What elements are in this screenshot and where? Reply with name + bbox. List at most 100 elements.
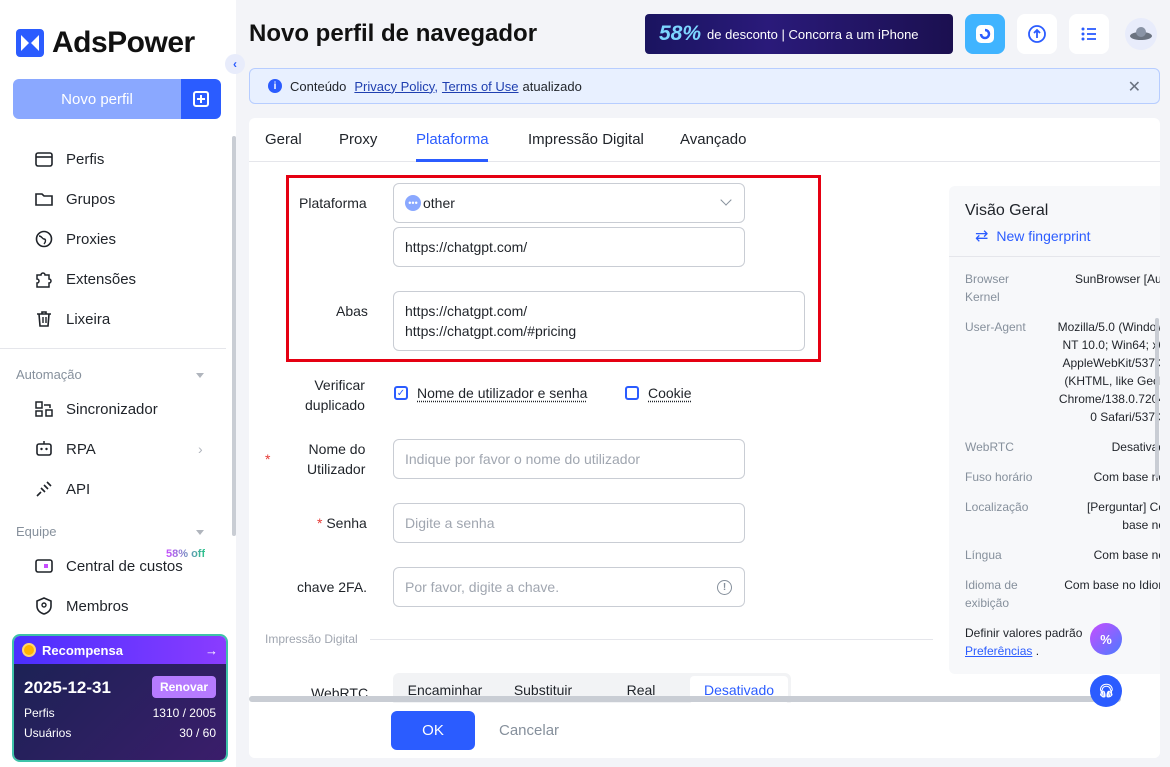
overview-scrollbar[interactable] bbox=[1155, 318, 1159, 478]
coin-icon bbox=[22, 643, 36, 657]
trash-icon bbox=[34, 309, 54, 329]
renew-button[interactable]: Renovar bbox=[151, 676, 216, 698]
percent-badge-icon: % bbox=[1100, 631, 1112, 647]
overview-value: SunBrowser [Aut bbox=[1074, 272, 1160, 286]
info-circle-icon[interactable]: ! bbox=[717, 580, 732, 595]
active-tab-indicator bbox=[416, 159, 488, 162]
sync-icon bbox=[34, 399, 54, 419]
sidebar-item-sincronizador[interactable]: Sincronizador bbox=[34, 397, 214, 421]
fingerprint-section-divider: Impressão Digital bbox=[265, 632, 933, 646]
horizontal-scrollbar[interactable] bbox=[249, 696, 1121, 702]
overview-value: Com base no bbox=[1093, 470, 1160, 484]
cancel-button[interactable]: Cancelar bbox=[499, 722, 559, 739]
checkbox-unchecked-icon bbox=[625, 386, 639, 400]
dup-check-cookie[interactable]: Cookie bbox=[625, 385, 692, 401]
support-float-button[interactable]: 🎧︎ bbox=[1090, 675, 1122, 707]
overview-row: Fuso horário Com base no bbox=[965, 468, 1160, 486]
batch-add-button[interactable] bbox=[181, 79, 221, 119]
sidebar-item-perfis[interactable]: Perfis bbox=[34, 147, 214, 171]
preferences-link[interactable]: Preferências bbox=[965, 644, 1032, 658]
sync-refresh-button[interactable] bbox=[1017, 14, 1057, 54]
tab-geral[interactable]: Geral bbox=[265, 131, 302, 148]
users-label: Usuários bbox=[24, 726, 72, 740]
highlight-box bbox=[286, 175, 821, 362]
app-name: AdsPower bbox=[52, 26, 195, 59]
discount-float-button[interactable]: % bbox=[1090, 623, 1122, 655]
page-title: Novo perfil de navegador bbox=[249, 20, 538, 47]
password-placeholder: Digite a senha bbox=[405, 515, 495, 531]
twofa-placeholder: Por favor, digite a chave. bbox=[405, 579, 560, 595]
close-icon[interactable]: ✕ bbox=[1128, 77, 1141, 97]
promo-text: de desconto | Concorra a um iPhone bbox=[707, 26, 919, 42]
dup-check-username-password[interactable]: ✓ Nome de utilizador e senha bbox=[394, 385, 587, 401]
new-fingerprint-button[interactable]: ⇄ New fingerprint bbox=[975, 226, 1091, 246]
duplicate-check-label-line1: Verificar bbox=[314, 377, 365, 393]
twofa-input[interactable]: Por favor, digite a chave. ! bbox=[393, 567, 745, 607]
sidebar-item-central-custos[interactable]: Central de custos bbox=[34, 554, 214, 578]
policy-notice: i Conteúdo Privacy Policy, Terms of Use … bbox=[249, 68, 1160, 104]
add-square-icon bbox=[193, 91, 209, 107]
overview-key: Língua bbox=[965, 548, 1002, 562]
tab-impressao-digital[interactable]: Impressão Digital bbox=[528, 131, 644, 148]
sidebar-item-membros[interactable]: Membros bbox=[34, 594, 214, 618]
username-input[interactable]: Indique por favor o nome do utilizador bbox=[393, 439, 745, 479]
profiles-label: Perfis bbox=[24, 706, 55, 720]
shield-icon bbox=[34, 596, 54, 616]
overview-value: Desativad bbox=[1111, 440, 1160, 454]
reward-card[interactable]: Recompensa → 2025-12-31 Renovar Perfis 1… bbox=[12, 634, 228, 762]
password-label: * Senha bbox=[317, 513, 367, 533]
sidebar-item-lixeira[interactable]: Lixeira bbox=[34, 307, 214, 331]
overview-row: Língua Com base no bbox=[965, 546, 1160, 564]
new-profile-button[interactable]: Novo perfil bbox=[13, 79, 181, 119]
tab-avancado[interactable]: Avançado bbox=[680, 131, 746, 148]
profiles-icon bbox=[34, 149, 54, 169]
sidebar-item-label: RPA bbox=[66, 440, 96, 458]
overview-key: Idioma de exibição bbox=[965, 578, 1018, 610]
sidebar-item-rpa[interactable]: RPA › bbox=[34, 437, 214, 461]
sidebar-scrollbar[interactable] bbox=[232, 136, 236, 536]
sidebar-item-api[interactable]: API bbox=[34, 477, 214, 501]
app-logo[interactable]: AdsPower bbox=[16, 26, 195, 60]
promo-banner[interactable]: 58% de desconto | Concorra a um iPhone bbox=[645, 14, 953, 54]
reward-profiles-row: Perfis 1310 / 2005 bbox=[24, 706, 216, 720]
automation-section-label: Automação bbox=[16, 367, 82, 382]
privacy-policy-link[interactable]: Privacy Policy, bbox=[354, 79, 438, 94]
browser-logo-icon bbox=[976, 25, 994, 43]
password-label-text: Senha bbox=[326, 515, 367, 531]
browser-update-button[interactable] bbox=[965, 14, 1005, 54]
sidebar-item-proxies[interactable]: Proxies bbox=[34, 227, 214, 251]
sidebar-item-grupos[interactable]: Grupos bbox=[34, 187, 214, 211]
overview-row: Browser Kernel SunBrowser [Aut bbox=[965, 270, 1160, 306]
team-section-toggle[interactable]: Equipe bbox=[16, 524, 212, 539]
automation-section-toggle[interactable]: Automação bbox=[16, 367, 212, 382]
puzzle-icon bbox=[34, 269, 54, 289]
terms-of-use-link[interactable]: Terms of Use bbox=[442, 79, 519, 94]
form-footer: OK Cancelar bbox=[249, 703, 1160, 758]
tab-proxy[interactable]: Proxy bbox=[339, 131, 377, 148]
chevron-down-icon bbox=[196, 373, 204, 378]
collapse-sidebar-button[interactable]: ‹ bbox=[225, 54, 245, 74]
tab-plataforma[interactable]: Plataforma bbox=[416, 131, 489, 148]
avatar[interactable] bbox=[1121, 14, 1161, 54]
reward-title: Recompensa bbox=[42, 642, 123, 658]
overview-title: Visão Geral bbox=[965, 202, 1049, 219]
required-asterisk: * bbox=[265, 451, 271, 467]
overview-row: Localização [Perguntar] Co base no bbox=[965, 498, 1160, 534]
password-input[interactable]: Digite a senha bbox=[393, 503, 745, 543]
reward-header[interactable]: Recompensa → bbox=[14, 636, 226, 664]
ok-button[interactable]: OK bbox=[391, 711, 475, 750]
overview-footer-end: . bbox=[1035, 644, 1040, 658]
sidebar-item-label: Grupos bbox=[66, 190, 116, 208]
robot-icon bbox=[34, 439, 54, 459]
sidebar-item-extensoes[interactable]: Extensões bbox=[34, 267, 214, 291]
checkbox-checked-icon: ✓ bbox=[394, 386, 408, 400]
overview-key: Browser Kernel bbox=[965, 272, 1010, 304]
overview-row: User-Agent Mozilla/5.0 (Window NT 10.0; … bbox=[965, 318, 1160, 426]
folder-icon bbox=[34, 189, 54, 209]
sidebar-item-label: API bbox=[66, 480, 91, 498]
task-list-button[interactable] bbox=[1069, 14, 1109, 54]
duplicate-check-label-line2: duplicado bbox=[305, 397, 365, 413]
chevron-right-icon: › bbox=[198, 441, 203, 457]
username-label-line1: Nome do bbox=[308, 441, 366, 457]
overview-key: Fuso horário bbox=[965, 470, 1033, 484]
